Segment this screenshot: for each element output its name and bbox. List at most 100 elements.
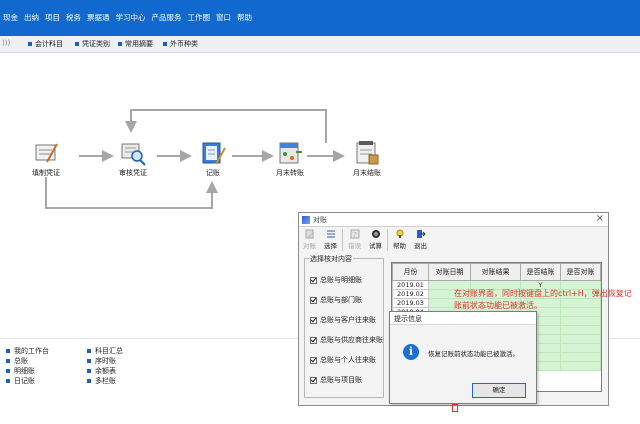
check-label: 总账与部门账	[320, 296, 362, 304]
tool-label: 对账	[303, 242, 316, 250]
menu-item[interactable]: 帮助	[234, 12, 255, 23]
toolbar-item-label: 凭证类别	[82, 40, 110, 48]
bullet-icon	[6, 369, 10, 373]
bullet-icon	[6, 359, 10, 363]
menu-item[interactable]: 产品服务	[149, 12, 185, 23]
ledger-posting-icon	[202, 142, 226, 165]
toolbar-item-currencies[interactable]: 外币种类	[163, 39, 198, 49]
toolbar-item-voucher-types[interactable]: 凭证类别	[75, 39, 110, 49]
menu-item[interactable]: 现金	[0, 12, 21, 23]
toolbar-item-chart-of-accounts[interactable]: 会计科目	[28, 39, 63, 49]
flow-node-label: 月末结账	[353, 169, 381, 177]
menu-item[interactable]: 票据通	[84, 12, 113, 23]
month-end-close-icon	[356, 141, 379, 165]
check-general-vs-department[interactable]: 总账与部门账	[310, 295, 362, 305]
flow-node-label: 月末转账	[276, 169, 304, 177]
flow-node-review-voucher[interactable]: 审核凭证	[105, 140, 161, 178]
check-options-group-label: 选择核对内容	[309, 254, 353, 264]
flow-node-label: 填制凭证	[32, 169, 60, 177]
check-general-vs-project[interactable]: 总账与项目账	[310, 375, 362, 385]
column-header-reconcile-date[interactable]: 对账日期	[428, 263, 471, 281]
cell-reconciled	[560, 343, 601, 353]
help-button[interactable]: 帮助	[389, 227, 410, 253]
voucher-review-icon	[121, 143, 146, 166]
menu-item[interactable]: 税务	[63, 12, 84, 23]
link-label: 序时账	[95, 357, 116, 365]
toolbar-item-common-summaries[interactable]: 常用摘要	[118, 39, 153, 49]
reconcile-button[interactable]: 对账	[299, 227, 320, 253]
bullet-icon	[87, 359, 91, 363]
cursor-marker	[452, 404, 458, 412]
check-general-vs-detail[interactable]: 总账与明细账	[310, 275, 362, 285]
table-header-row: 月份 对账日期 对账结果 是否结账 是否对账	[392, 263, 601, 281]
main-menubar: 现金 出纳 项目 税务 票据通 学习中心 产品服务 工作圈 窗口 帮助	[0, 0, 640, 36]
check-label: 总账与明细账	[320, 276, 362, 284]
check-label: 总账与项目账	[320, 376, 362, 384]
menu-item[interactable]: 工作圈	[185, 12, 214, 23]
reconcile-toolbar: 对账 选择 ? 错误 试算 帮助 退出	[299, 227, 608, 253]
menu-item[interactable]: 学习中心	[113, 12, 149, 23]
link-label: 余额表	[95, 367, 116, 375]
message-dialog-titlebar: 提示信息	[390, 312, 536, 325]
column-header-reconcile-result[interactable]: 对账结果	[470, 263, 521, 281]
link-balance-sheet[interactable]: 余额表	[87, 366, 116, 376]
exit-icon	[416, 230, 426, 238]
trial-balance-button[interactable]: 试算	[365, 227, 386, 253]
link-chronological-ledger[interactable]: 序时账	[87, 356, 116, 366]
exit-button[interactable]: 退出	[410, 227, 431, 253]
reconcile-window-icon	[302, 216, 310, 224]
cell-reconciled	[560, 361, 601, 371]
bullet-icon	[163, 42, 167, 46]
link-my-workbench[interactable]: 我的工作台	[6, 346, 49, 356]
checkbox-checked-icon	[310, 316, 317, 324]
reconcile-dialog-titlebar: 对账 ×	[299, 213, 608, 227]
toolbar-grip[interactable]: )))	[2, 39, 10, 47]
bullet-icon	[6, 349, 10, 353]
link-account-summary[interactable]: 科目汇总	[87, 346, 123, 356]
link-label: 日记账	[14, 377, 35, 385]
check-general-vs-customer[interactable]: 总账与客户往来账	[310, 315, 376, 325]
column-header-month[interactable]: 月份	[392, 263, 429, 281]
check-label: 总账与客户往来账	[320, 316, 376, 324]
bullet-icon	[87, 349, 91, 353]
help-icon	[396, 229, 403, 238]
message-text: 恢复记账前状态功能已被激活。	[428, 350, 519, 358]
flow-node-enter-voucher[interactable]: 填制凭证	[18, 140, 74, 178]
check-general-vs-supplier[interactable]: 总账与供应商往来账	[310, 335, 383, 345]
close-icon[interactable]: ×	[596, 213, 604, 224]
check-general-vs-personal[interactable]: 总账与个人往来账	[310, 355, 376, 365]
link-label: 明细账	[14, 367, 35, 375]
svg-text:?: ?	[353, 231, 357, 239]
menu-items: 现金 出纳 项目 税务 票据通 学习中心 产品服务 工作圈 窗口 帮助	[0, 12, 255, 23]
flow-node-month-end-close[interactable]: 月末结账	[339, 140, 395, 178]
menu-item[interactable]: 项目	[42, 12, 63, 23]
bullet-icon	[87, 379, 91, 383]
link-general-ledger[interactable]: 总账	[6, 356, 28, 366]
bullet-icon	[6, 379, 10, 383]
cell-month: 2019.01	[392, 280, 429, 290]
checkbox-checked-icon	[310, 296, 317, 304]
flow-node-post-ledger[interactable]: 记账	[185, 140, 241, 178]
ok-button[interactable]: 确定	[472, 383, 526, 398]
menu-item[interactable]: 窗口	[213, 12, 234, 23]
link-multi-column-ledger[interactable]: 多栏账	[87, 376, 116, 386]
link-label: 我的工作台	[14, 347, 49, 355]
error-button[interactable]: ? 错误	[344, 227, 365, 253]
toolbar-item-label: 常用摘要	[125, 40, 153, 48]
check-label: 总账与供应商往来账	[320, 336, 383, 344]
select-button[interactable]: 选择	[320, 227, 341, 253]
toolbar-separator	[387, 229, 388, 251]
tool-label: 选择	[324, 242, 337, 250]
flow-node-month-end-transfer[interactable]: 月末转账	[262, 140, 318, 178]
menu-item[interactable]: 出纳	[21, 12, 42, 23]
bullet-icon	[87, 369, 91, 373]
check-label: 总账与个人往来账	[320, 356, 376, 364]
link-detail-ledger[interactable]: 明细账	[6, 366, 35, 376]
link-journal[interactable]: 日记账	[6, 376, 35, 386]
toolbar-separator	[342, 229, 343, 251]
link-label: 多栏账	[95, 377, 116, 385]
message-dialog: 提示信息 i 恢复记账前状态功能已被激活。 确定	[389, 311, 537, 404]
column-header-is-closed[interactable]: 是否结账	[520, 263, 561, 281]
cell-reconciled	[560, 325, 601, 335]
column-header-is-reconciled[interactable]: 是否对账	[560, 263, 601, 281]
